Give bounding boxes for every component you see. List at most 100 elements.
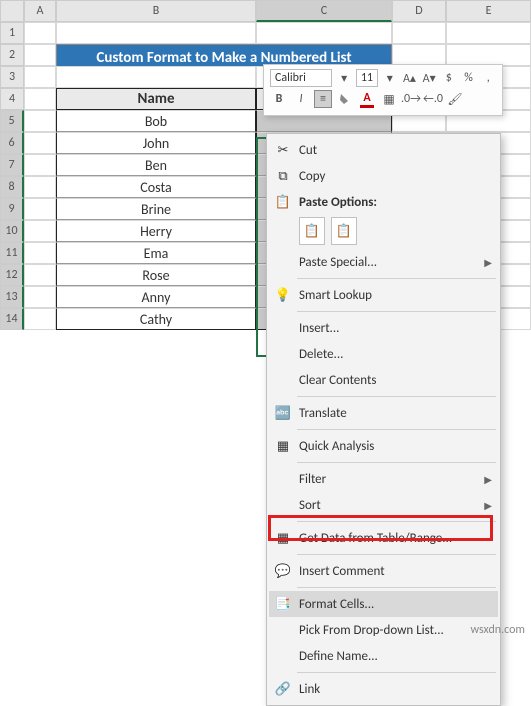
cell-B10[interactable]: Herry bbox=[56, 220, 256, 242]
ctx-cut[interactable]: ✂ Cut bbox=[269, 137, 498, 163]
ctx-quick-analysis[interactable]: ▦ Quick Analysis bbox=[269, 433, 498, 459]
row-header-13[interactable]: 13 bbox=[0, 286, 24, 308]
ctx-insert[interactable]: Insert... bbox=[269, 315, 498, 341]
link-icon: 🔗 bbox=[273, 680, 293, 698]
cell-B5[interactable]: Bob bbox=[56, 110, 256, 132]
row-header-11[interactable]: 11 bbox=[0, 242, 24, 264]
row-header-2[interactable]: 2 bbox=[0, 44, 24, 66]
row-header-5[interactable]: 5 bbox=[0, 110, 24, 132]
cell-B7[interactable]: Ben bbox=[56, 154, 256, 176]
row-header-4[interactable]: 4 bbox=[0, 88, 24, 110]
cell-B9[interactable]: Brine bbox=[56, 198, 256, 220]
cell-A12[interactable] bbox=[24, 264, 56, 286]
paste-option-2[interactable]: 📋 bbox=[331, 217, 357, 245]
increase-decimal-icon[interactable]: .0→ bbox=[402, 90, 420, 108]
ctx-paste-options-label: Paste Options: bbox=[299, 195, 492, 210]
col-header-A[interactable]: A bbox=[24, 0, 56, 22]
ctx-separator bbox=[297, 462, 496, 463]
ctx-link[interactable]: 🔗 Link bbox=[269, 676, 498, 702]
format-painter-icon[interactable]: 🖌 bbox=[446, 90, 464, 108]
row-header-6[interactable]: 6 bbox=[0, 132, 24, 154]
row-header-7[interactable]: 7 bbox=[0, 154, 24, 176]
italic-button[interactable]: I bbox=[292, 90, 310, 108]
cell-E1[interactable] bbox=[446, 22, 531, 44]
cell-C1[interactable] bbox=[256, 22, 392, 44]
row-header-10[interactable]: 10 bbox=[0, 220, 24, 242]
font-dropdown-icon[interactable]: ▾ bbox=[336, 69, 352, 87]
font-color-button[interactable]: A bbox=[358, 90, 376, 108]
cell-A14[interactable] bbox=[24, 308, 56, 330]
cell-B6[interactable]: John bbox=[56, 132, 256, 154]
row-header-9[interactable]: 9 bbox=[0, 198, 24, 220]
col-header-B[interactable]: B bbox=[56, 0, 256, 22]
col-header-C[interactable]: C bbox=[256, 0, 392, 22]
select-all-corner[interactable] bbox=[0, 0, 24, 22]
increase-font-icon[interactable]: A▴ bbox=[402, 69, 418, 87]
cell-A4[interactable] bbox=[24, 88, 56, 110]
col-header-D[interactable]: D bbox=[392, 0, 446, 22]
ctx-format-cells[interactable]: 📑 Format Cells... bbox=[269, 591, 498, 617]
ctx-separator bbox=[297, 396, 496, 397]
cell-B8[interactable]: Costa bbox=[56, 176, 256, 198]
ctx-smart-lookup[interactable]: 💡 Smart Lookup bbox=[269, 282, 498, 308]
cell-B1[interactable] bbox=[56, 22, 256, 44]
ctx-separator bbox=[297, 311, 496, 312]
ctx-pick-list[interactable]: Pick From Drop-down List... bbox=[269, 617, 498, 643]
ctx-paste-special[interactable]: Paste Special... ▶ bbox=[269, 249, 498, 275]
row-header-3[interactable]: 3 bbox=[0, 66, 24, 88]
border-button[interactable]: ▦ bbox=[380, 90, 398, 108]
context-menu[interactable]: ✂ Cut ⧉ Copy 📋 Paste Options: 📋 📋 Paste … bbox=[266, 133, 501, 706]
cell-A8[interactable] bbox=[24, 176, 56, 198]
ctx-translate[interactable]: 🔤 Translate bbox=[269, 400, 498, 426]
currency-icon[interactable]: $ bbox=[441, 69, 457, 87]
font-name-select[interactable]: Calibri bbox=[270, 69, 332, 87]
comma-icon[interactable]: , bbox=[480, 69, 496, 87]
col-header-E[interactable]: E bbox=[446, 0, 531, 22]
cell-A2[interactable] bbox=[24, 44, 56, 66]
row-header-14[interactable]: 14 bbox=[0, 308, 24, 330]
row-header-12[interactable]: 12 bbox=[0, 264, 24, 286]
decrease-decimal-icon[interactable]: ←.0 bbox=[424, 90, 442, 108]
cell-B12[interactable]: Rose bbox=[56, 264, 256, 286]
ctx-filter[interactable]: Filter ▶ bbox=[269, 466, 498, 492]
cell-B13[interactable]: Anny bbox=[56, 286, 256, 308]
ctx-delete[interactable]: Delete... bbox=[269, 341, 498, 367]
cell-B3[interactable] bbox=[56, 66, 256, 88]
ctx-copy[interactable]: ⧉ Copy bbox=[269, 163, 498, 189]
ctx-clear[interactable]: Clear Contents bbox=[269, 367, 498, 393]
cell-A10[interactable] bbox=[24, 220, 56, 242]
row-header-8[interactable]: 8 bbox=[0, 176, 24, 198]
decrease-font-icon[interactable]: A▾ bbox=[421, 69, 437, 87]
cell-A13[interactable] bbox=[24, 286, 56, 308]
paste-options-row: 📋 📋 bbox=[269, 215, 498, 249]
ctx-paste-options: 📋 Paste Options: bbox=[269, 189, 498, 215]
ctx-copy-label: Copy bbox=[299, 169, 492, 184]
cell-A5[interactable] bbox=[24, 110, 56, 132]
cell-A1[interactable] bbox=[24, 22, 56, 44]
ctx-sort[interactable]: Sort ▶ bbox=[269, 492, 498, 518]
header-name[interactable]: Name bbox=[56, 88, 256, 110]
size-dropdown-icon[interactable]: ▾ bbox=[382, 69, 398, 87]
row-header-1[interactable]: 1 bbox=[0, 22, 24, 44]
cell-A9[interactable] bbox=[24, 198, 56, 220]
font-size-select[interactable]: 11 bbox=[356, 69, 378, 87]
percent-icon[interactable]: % bbox=[461, 69, 477, 87]
cell-B11[interactable]: Ema bbox=[56, 242, 256, 264]
align-center-button[interactable]: ≡ bbox=[314, 90, 332, 108]
cell-A3[interactable] bbox=[24, 66, 56, 88]
cell-B14[interactable]: Cathy bbox=[56, 308, 256, 330]
cell-D2[interactable] bbox=[392, 44, 446, 66]
paste-option-1[interactable]: 📋 bbox=[299, 217, 325, 245]
cell-A11[interactable] bbox=[24, 242, 56, 264]
cell-A6[interactable] bbox=[24, 132, 56, 154]
bold-button[interactable]: B bbox=[270, 90, 288, 108]
fill-color-button[interactable] bbox=[336, 90, 354, 108]
ctx-insert-comment[interactable]: 💬 Insert Comment bbox=[269, 558, 498, 584]
cell-E2[interactable] bbox=[446, 44, 531, 66]
cell-A7[interactable] bbox=[24, 154, 56, 176]
ctx-define-name[interactable]: Define Name... bbox=[269, 643, 498, 669]
cell-D1[interactable] bbox=[392, 22, 446, 44]
mini-toolbar[interactable]: Calibri ▾ 11 ▾ A▴ A▾ $ % , B I ≡ A ▦ .0→… bbox=[263, 64, 503, 116]
ctx-get-data[interactable]: ▦ Get Data from Table/Range... bbox=[269, 525, 498, 551]
translate-icon: 🔤 bbox=[273, 404, 293, 422]
